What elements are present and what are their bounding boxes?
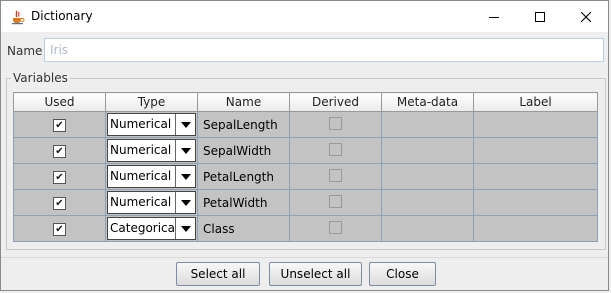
chevron-down-icon[interactable] bbox=[175, 140, 195, 161]
used-checkbox[interactable]: ✔ bbox=[53, 145, 66, 158]
close-icon[interactable] bbox=[563, 1, 609, 32]
derived-checkbox bbox=[329, 220, 342, 234]
derived-cell bbox=[289, 189, 382, 216]
derived-cell bbox=[289, 215, 382, 242]
chevron-down-icon[interactable] bbox=[175, 166, 195, 187]
type-value: Numerical bbox=[110, 169, 172, 183]
name-label: Name bbox=[7, 44, 43, 58]
type-cell[interactable]: Categorical bbox=[105, 215, 198, 242]
type-cell[interactable]: Numerical bbox=[105, 111, 198, 138]
maximize-icon[interactable] bbox=[517, 1, 563, 32]
name-input[interactable] bbox=[44, 38, 604, 62]
variable-name-cell[interactable]: SepalWidth bbox=[197, 137, 290, 164]
metadata-cell[interactable] bbox=[381, 215, 474, 242]
variables-group-title: Variables bbox=[11, 71, 70, 85]
column-header-type[interactable]: Type bbox=[105, 92, 198, 112]
used-checkbox[interactable]: ✔ bbox=[53, 197, 66, 210]
dictionary-window: Dictionary Name Variables Used Type Name… bbox=[0, 0, 609, 291]
table-row[interactable]: ✔ Categorical Class bbox=[13, 215, 598, 242]
select-all-button[interactable]: Select all bbox=[176, 262, 260, 286]
variables-table: Used Type Name Derived Meta-data Label ✔… bbox=[13, 92, 598, 242]
column-header-used[interactable]: Used bbox=[13, 92, 106, 112]
metadata-cell[interactable] bbox=[381, 163, 474, 190]
type-value: Categorical bbox=[110, 221, 175, 235]
derived-cell bbox=[289, 137, 382, 164]
label-cell[interactable] bbox=[473, 137, 598, 164]
table-row[interactable]: ✔ Numerical PetalLength bbox=[13, 163, 598, 190]
column-header-name[interactable]: Name bbox=[197, 92, 290, 112]
variable-name-cell[interactable]: PetalWidth bbox=[197, 189, 290, 216]
variable-name-cell[interactable]: PetalLength bbox=[197, 163, 290, 190]
used-checkbox[interactable]: ✔ bbox=[53, 119, 66, 132]
used-cell[interactable]: ✔ bbox=[13, 111, 106, 138]
type-cell[interactable]: Numerical bbox=[105, 189, 198, 216]
title-bar[interactable]: Dictionary bbox=[1, 1, 608, 32]
type-combobox[interactable]: Numerical bbox=[107, 139, 196, 162]
label-cell[interactable] bbox=[473, 215, 598, 242]
table-row[interactable]: ✔ Numerical SepalWidth bbox=[13, 137, 598, 164]
used-cell[interactable]: ✔ bbox=[13, 163, 106, 190]
bottom-divider bbox=[1, 257, 608, 258]
column-header-metadata[interactable]: Meta-data bbox=[381, 92, 474, 112]
type-cell[interactable]: Numerical bbox=[105, 137, 198, 164]
used-cell[interactable]: ✔ bbox=[13, 189, 106, 216]
used-cell[interactable]: ✔ bbox=[13, 215, 106, 242]
used-cell[interactable]: ✔ bbox=[13, 137, 106, 164]
used-checkbox[interactable]: ✔ bbox=[53, 223, 66, 236]
used-checkbox[interactable]: ✔ bbox=[53, 171, 66, 184]
type-combobox[interactable]: Categorical bbox=[107, 217, 196, 240]
column-header-label[interactable]: Label bbox=[473, 92, 598, 112]
derived-cell bbox=[289, 111, 382, 138]
type-combobox[interactable]: Numerical bbox=[107, 165, 196, 188]
minimize-icon[interactable] bbox=[471, 1, 517, 32]
derived-checkbox bbox=[329, 116, 342, 130]
unselect-all-button[interactable]: Unselect all bbox=[269, 262, 362, 286]
metadata-cell[interactable] bbox=[381, 189, 474, 216]
table-header-row: Used Type Name Derived Meta-data Label bbox=[13, 92, 598, 112]
label-cell[interactable] bbox=[473, 111, 598, 138]
type-cell[interactable]: Numerical bbox=[105, 163, 198, 190]
metadata-cell[interactable] bbox=[381, 137, 474, 164]
chevron-down-icon[interactable] bbox=[175, 114, 195, 135]
close-button[interactable]: Close bbox=[369, 262, 436, 286]
type-combobox[interactable]: Numerical bbox=[107, 191, 196, 214]
coffee-cup-icon bbox=[10, 9, 26, 25]
table-row[interactable]: ✔ Numerical PetalWidth bbox=[13, 189, 598, 216]
type-value: Numerical bbox=[110, 143, 172, 157]
type-value: Numerical bbox=[110, 195, 172, 209]
table-row[interactable]: ✔ Numerical SepalLength bbox=[13, 111, 598, 138]
metadata-cell[interactable] bbox=[381, 111, 474, 138]
label-cell[interactable] bbox=[473, 163, 598, 190]
variable-name-cell[interactable]: Class bbox=[197, 215, 290, 242]
derived-checkbox bbox=[329, 142, 342, 156]
derived-checkbox bbox=[329, 168, 342, 182]
column-header-derived[interactable]: Derived bbox=[289, 92, 382, 112]
chevron-down-icon[interactable] bbox=[175, 192, 195, 213]
type-value: Numerical bbox=[110, 117, 172, 131]
chevron-down-icon[interactable] bbox=[175, 218, 195, 239]
type-combobox[interactable]: Numerical bbox=[107, 113, 196, 136]
derived-checkbox bbox=[329, 194, 342, 208]
variable-name-cell[interactable]: SepalLength bbox=[197, 111, 290, 138]
derived-cell bbox=[289, 163, 382, 190]
window-title: Dictionary bbox=[31, 9, 93, 23]
label-cell[interactable] bbox=[473, 189, 598, 216]
